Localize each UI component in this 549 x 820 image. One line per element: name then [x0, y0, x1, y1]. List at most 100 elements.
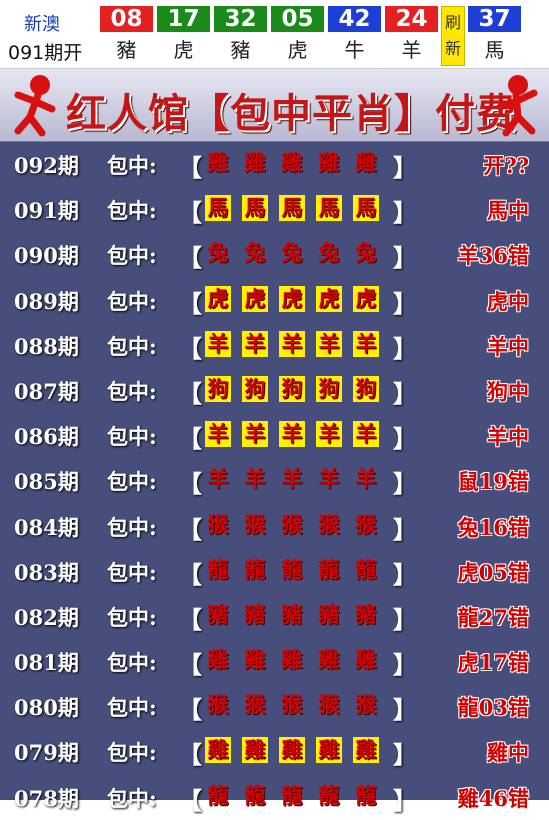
row-result: 狗中: [487, 376, 529, 406]
zodiac-pick: 虎: [205, 286, 231, 312]
ball-zodiac: 虎: [288, 34, 308, 63]
zodiac-picks: 猴猴猴猴猴: [205, 512, 379, 538]
zodiac-pick: 馬: [316, 195, 342, 221]
issue-number: 088期: [14, 331, 79, 361]
prediction-row: 081期包中:【雞雞雞雞雞】虎17错: [0, 639, 549, 684]
row-result: 兔16错: [458, 512, 529, 542]
row-label: 包中:: [107, 240, 157, 270]
ball-number: 05: [271, 6, 324, 32]
bracket-left: 【: [178, 510, 202, 545]
bracket-right: 】: [393, 374, 417, 409]
running-man-right-icon: [488, 73, 546, 139]
bracket-right: 】: [393, 464, 417, 499]
prediction-row: 079期包中:【雞雞雞雞雞】雞中: [0, 729, 549, 774]
draw-result-header: 新澳 091期开 08豬17虎32豬05虎42牛24羊刷新37馬: [0, 0, 549, 69]
zodiac-pick: 雞: [205, 647, 231, 673]
row-label: 包中:: [107, 195, 157, 225]
banner-title: 红人馆【包中平肖】付费版: [66, 81, 549, 143]
zodiac-picks: 狗狗狗狗狗: [205, 376, 379, 402]
row-label: 包中:: [107, 286, 157, 316]
row-result: 羊中: [487, 421, 529, 451]
issue-number: 087期: [14, 376, 79, 406]
zodiac-picks: 豬豬豬豬豬: [205, 602, 379, 628]
zodiac-pick: 狗: [353, 376, 379, 402]
zodiac-pick: 兔: [205, 240, 231, 266]
bracket-right: 】: [393, 645, 417, 680]
issue-number: 085期: [14, 466, 79, 496]
zodiac-pick: 猴: [205, 692, 231, 718]
issue-number: 081期: [14, 647, 79, 677]
prediction-row: 089期包中:【虎虎虎虎虎】虎中: [0, 278, 549, 323]
bracket-right: 】: [393, 419, 417, 454]
draw-ball: 42牛: [328, 6, 381, 66]
zodiac-pick: 龍: [242, 783, 268, 809]
zodiac-picks: 羊羊羊羊羊: [205, 421, 379, 447]
row-label: 包中:: [107, 692, 157, 722]
prediction-row: 083期包中:【龍龍龍龍龍】虎05错: [0, 549, 549, 594]
zodiac-pick: 雞: [279, 647, 305, 673]
zodiac-pick: 雞: [279, 737, 305, 763]
row-label: 包中:: [107, 557, 157, 587]
issue-number: 084期: [14, 512, 79, 542]
bracket-right: 】: [393, 329, 417, 364]
bracket-left: 【: [178, 555, 202, 590]
prediction-row: 087期包中:【狗狗狗狗狗】狗中: [0, 368, 549, 413]
draw-ball: 17虎: [157, 6, 210, 66]
zodiac-pick: 雞: [353, 647, 379, 673]
zodiac-pick: 狗: [205, 376, 231, 402]
zodiac-pick: 猴: [279, 692, 305, 718]
prediction-row: 088期包中:【羊羊羊羊羊】羊中: [0, 323, 549, 368]
ball-zodiac: 馬: [485, 34, 505, 63]
zodiac-pick: 猴: [242, 692, 268, 718]
row-result: 虎17错: [458, 647, 529, 677]
zodiac-picks: 龍龍龍龍龍: [205, 783, 379, 809]
ball-number: 42: [328, 6, 381, 32]
zodiac-pick: 狗: [242, 376, 268, 402]
ball-zodiac: 虎: [174, 34, 194, 63]
row-result: 虎中: [487, 286, 529, 316]
zodiac-picks: 虎虎虎虎虎: [205, 286, 379, 312]
bracket-right: 】: [393, 193, 417, 228]
bracket-left: 【: [178, 464, 202, 499]
issue-number: 092期: [14, 150, 79, 180]
row-label: 包中:: [107, 466, 157, 496]
zodiac-pick: 豬: [279, 602, 305, 628]
refresh-label-top: 刷: [445, 10, 461, 36]
row-result: 雞中: [487, 737, 529, 767]
ball-number: 08: [100, 6, 153, 32]
bracket-right: 】: [393, 555, 417, 590]
draw-ball: 32豬: [214, 6, 267, 66]
zodiac-picks: 雞雞雞雞雞: [205, 737, 379, 763]
zodiac-pick: 虎: [316, 286, 342, 312]
zodiac-picks: 羊羊羊羊羊: [205, 466, 379, 492]
refresh-button[interactable]: 刷新: [441, 6, 465, 66]
zodiac-pick: 雞: [242, 737, 268, 763]
zodiac-pick: 羊: [353, 421, 379, 447]
zodiac-pick: 雞: [316, 150, 342, 176]
zodiac-pick: 雞: [316, 647, 342, 673]
zodiac-pick: 狗: [279, 376, 305, 402]
refresh-label-bottom: 新: [445, 36, 461, 62]
ball-number: 37: [468, 6, 521, 32]
draw-ball: 08豬: [100, 6, 153, 66]
zodiac-pick: 龍: [316, 557, 342, 583]
bracket-left: 【: [178, 600, 202, 635]
ball-zodiac: 豬: [231, 34, 251, 63]
ball-zodiac: 牛: [345, 34, 365, 63]
issue-number: 079期: [14, 737, 79, 767]
zodiac-pick: 羊: [242, 331, 268, 357]
banner: 红人馆【包中平肖】付费版: [0, 69, 549, 143]
issue-number: 082期: [14, 602, 79, 632]
bracket-right: 】: [393, 148, 417, 183]
zodiac-picks: 龍龍龍龍龍: [205, 557, 379, 583]
zodiac-pick: 雞: [353, 150, 379, 176]
zodiac-pick: 猴: [353, 692, 379, 718]
zodiac-pick: 羊: [316, 331, 342, 357]
issue-number: 080期: [14, 692, 79, 722]
zodiac-pick: 猴: [353, 512, 379, 538]
row-result: 鼠19错: [458, 466, 529, 496]
row-label: 包中:: [107, 602, 157, 632]
issue-number: 078期: [14, 783, 79, 813]
zodiac-pick: 羊: [353, 331, 379, 357]
zodiac-pick: 豬: [205, 602, 231, 628]
